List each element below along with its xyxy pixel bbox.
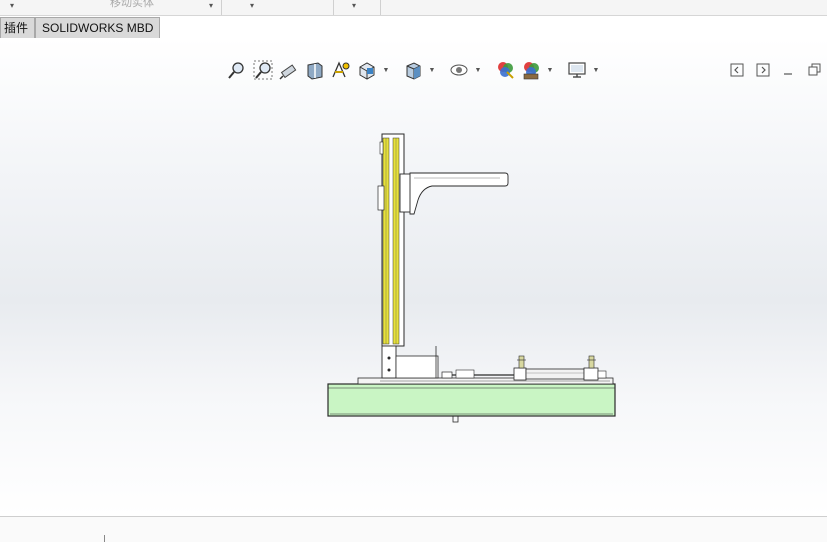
- view-settings-icon[interactable]: [566, 59, 588, 81]
- display-style-icon[interactable]: [402, 59, 424, 81]
- apply-scene-dropdown[interactable]: ▼: [546, 59, 554, 81]
- zoom-to-area-icon[interactable]: [252, 59, 274, 81]
- apply-scene-icon[interactable]: [520, 59, 542, 81]
- status-divider: [104, 535, 105, 542]
- minimize-icon[interactable]: [782, 63, 796, 77]
- ribbon-dropdown-arrow[interactable]: ▾: [10, 1, 14, 11]
- section-view-icon[interactable]: [304, 59, 326, 81]
- dynamic-annotation-icon[interactable]: [330, 59, 352, 81]
- command-tabs: 插件 SOLIDWORKS MBD: [0, 17, 161, 38]
- previous-view-icon[interactable]: [278, 59, 300, 81]
- base-block: [327, 383, 616, 417]
- display-style-dropdown[interactable]: ▼: [428, 59, 436, 81]
- vertical-column: [379, 133, 439, 379]
- hide-show-items-icon[interactable]: [448, 59, 470, 81]
- hide-show-dropdown[interactable]: ▼: [474, 59, 482, 81]
- restore-icon[interactable]: [808, 63, 822, 77]
- model-3d-view[interactable]: [0, 38, 827, 516]
- graphics-viewport[interactable]: ▼ ▼ ▼ ▼ ▼: [0, 38, 827, 516]
- edit-appearance-icon[interactable]: [494, 59, 516, 81]
- pneumatic-cylinder: [441, 355, 607, 381]
- ribbon-divider-3: [380, 0, 381, 15]
- ribbon-strip: ▾ 移动实体 ▾ ▾ ▾: [0, 0, 827, 16]
- collapse-left-panel-icon[interactable]: [730, 63, 744, 77]
- heads-up-toolbar: ▼ ▼ ▼ ▼ ▼: [226, 59, 600, 81]
- view-orientation-dropdown[interactable]: ▼: [382, 59, 390, 81]
- tab-addins[interactable]: 插件: [0, 17, 36, 38]
- window-controls: [730, 63, 822, 77]
- view-settings-dropdown[interactable]: ▼: [592, 59, 600, 81]
- collapse-right-panel-icon[interactable]: [756, 63, 770, 77]
- ribbon-dropdown-arrow-4[interactable]: ▾: [352, 1, 356, 11]
- zoom-to-fit-icon[interactable]: [226, 59, 248, 81]
- ribbon-faded-label: 移动实体: [110, 0, 154, 9]
- view-orientation-icon[interactable]: [356, 59, 378, 81]
- ribbon-dropdown-arrow-3[interactable]: ▾: [250, 1, 254, 11]
- ribbon-divider-2: [333, 0, 334, 15]
- tab-solidworks-mbd[interactable]: SOLIDWORKS MBD: [35, 17, 161, 38]
- ribbon-divider: [221, 0, 222, 15]
- status-bar: [0, 516, 827, 542]
- ribbon-dropdown-arrow-2[interactable]: ▾: [209, 1, 213, 11]
